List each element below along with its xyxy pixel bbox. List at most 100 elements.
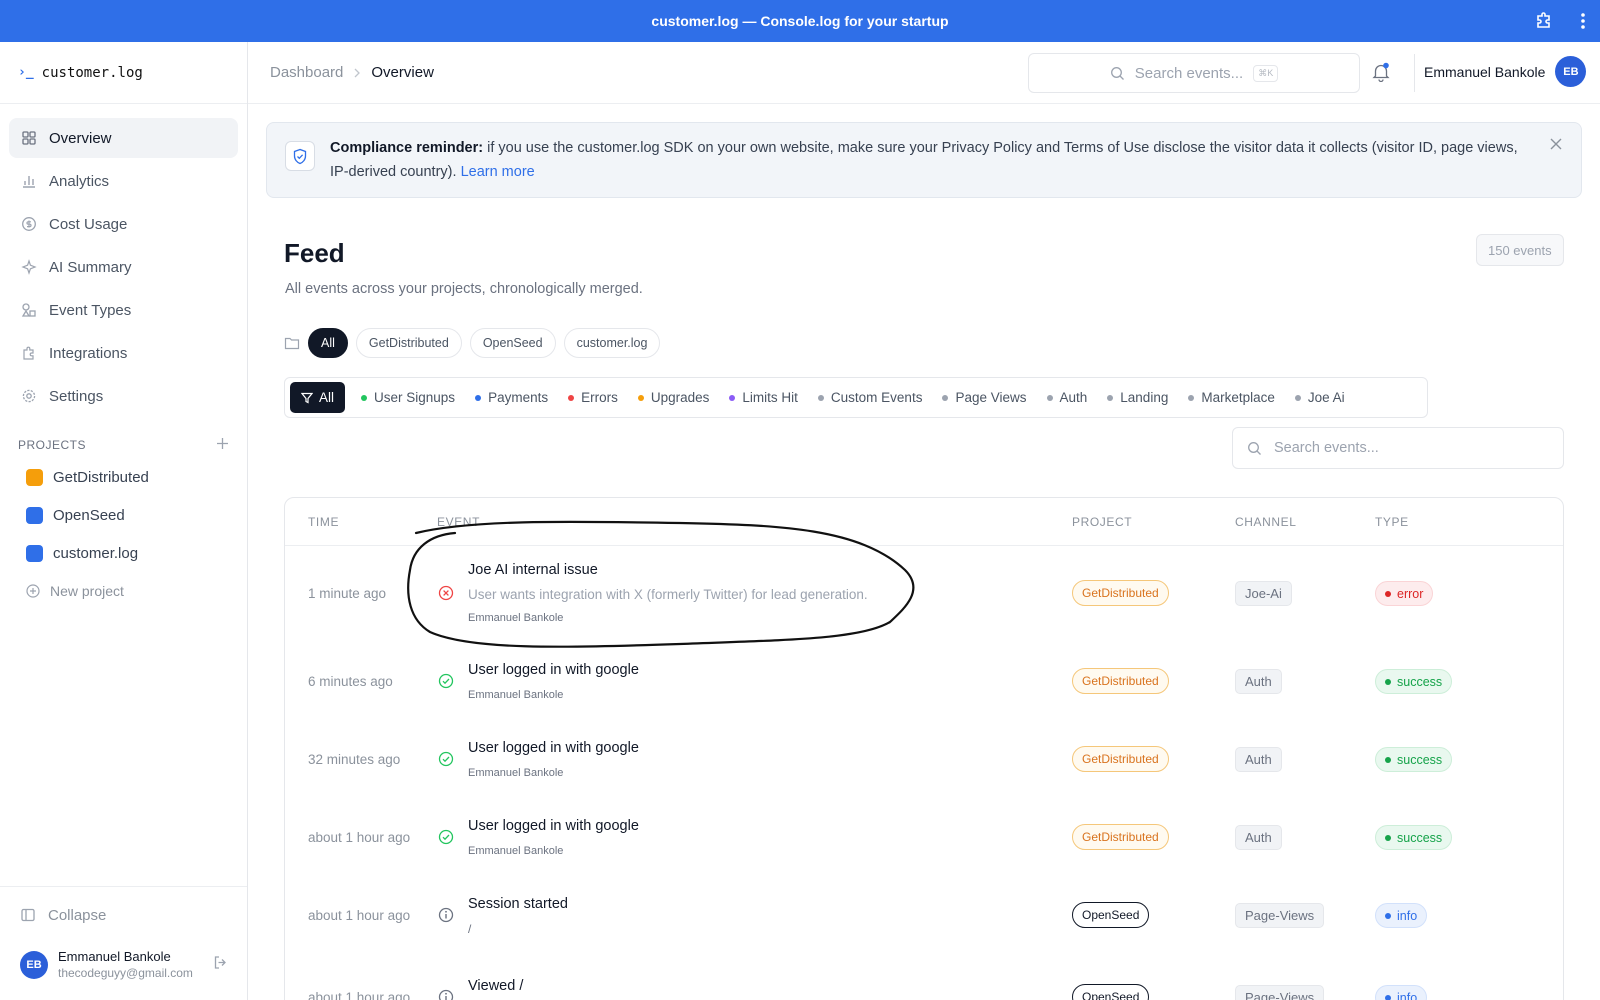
sidebar-user[interactable]: EB Emmanuel Bankole thecodeguyy@gmail.co… (0, 943, 247, 987)
breadcrumb-current: Overview (371, 64, 434, 81)
sidebar-item-overview[interactable]: Overview (9, 118, 238, 158)
event-time: about 1 hour ago (308, 908, 411, 923)
search-icon (1110, 66, 1124, 80)
page-subtitle: All events across your projects, chronol… (285, 281, 643, 297)
type-filter-label: Payments (488, 390, 549, 405)
learn-more-link[interactable]: Learn more (461, 164, 535, 180)
project-filter-getdistributed[interactable]: GetDistributed (355, 328, 462, 358)
type-filter-label: Page Views (955, 390, 1027, 405)
project-badge[interactable]: GetDistributed (1072, 580, 1169, 606)
page-title: Feed (284, 238, 345, 268)
new-project-button[interactable]: New project (0, 572, 247, 610)
extensions-icon[interactable] (1534, 11, 1554, 31)
project-badge[interactable]: OpenSeed (1072, 984, 1150, 1000)
window-title: customer.log — Console.log for your star… (651, 13, 949, 29)
table-row[interactable]: about 1 hour ago Viewed / OpenSeed Page-… (285, 958, 1563, 1000)
check-circle-icon (438, 751, 454, 772)
type-filter-marketplace[interactable]: Marketplace (1180, 382, 1287, 413)
table-row[interactable]: 1 minute ago Joe AI internal issue User … (285, 546, 1563, 642)
type-filter-label: Auth (1059, 390, 1088, 405)
type-filter-user-signups[interactable]: User Signups (353, 382, 467, 413)
status-dot (1385, 756, 1391, 763)
status-dot (1107, 394, 1114, 401)
sidebar-item-label: Settings (49, 387, 104, 405)
type-filter-landing[interactable]: Landing (1099, 382, 1180, 413)
type-filter-payments[interactable]: Payments (467, 382, 560, 413)
project-filter-customer-log[interactable]: customer.log (563, 328, 661, 358)
status-dot (1294, 394, 1301, 401)
x-circle-icon (438, 585, 454, 606)
breadcrumb-root[interactable]: Dashboard (270, 64, 343, 81)
table-search-input[interactable]: Search events... (1232, 427, 1564, 469)
sidebar-project-getdistributed[interactable]: GetDistributed (0, 458, 247, 496)
table-row[interactable]: about 1 hour ago User logged in with goo… (285, 798, 1563, 876)
project-badge[interactable]: GetDistributed (1072, 824, 1169, 850)
event-time: 1 minute ago (308, 586, 387, 601)
search-icon (1248, 441, 1261, 455)
event-count-badge: 150 events (1476, 234, 1564, 266)
table-row[interactable]: 6 minutes ago User logged in with google… (285, 642, 1563, 720)
event-user: Emmanuel Bankole (468, 612, 564, 624)
sidebar-item-event-types[interactable]: Event Types (9, 290, 238, 330)
sidebar-collapse-icon (21, 908, 35, 922)
table-header: TIME EVENT PROJECT CHANNEL TYPE (285, 498, 1563, 546)
status-dot (1385, 678, 1391, 685)
sidebar-project-openseed[interactable]: OpenSeed (0, 496, 247, 534)
event-user: Emmanuel Bankole (468, 767, 564, 779)
events-table: TIME EVENT PROJECT CHANNEL TYPE 1 minute… (284, 497, 1564, 1000)
table-row[interactable]: about 1 hour ago Session started / OpenS… (285, 876, 1563, 958)
brand-logo[interactable]: ›_ customer.log (0, 42, 247, 104)
table-row[interactable]: 32 minutes ago User logged in with googl… (285, 720, 1563, 798)
sidebar-item-label: Analytics (49, 172, 110, 190)
type-filter-label: Joe Ai (1307, 390, 1345, 405)
column-header-time[interactable]: TIME (308, 515, 339, 529)
column-header-channel[interactable]: CHANNEL (1235, 515, 1297, 529)
type-filter-limits-hit[interactable]: Limits Hit (721, 382, 810, 413)
header-user-menu[interactable]: Emmanuel Bankole EB (1424, 56, 1587, 87)
logout-icon[interactable] (213, 955, 228, 975)
channel-badge: Joe-Ai (1235, 581, 1292, 606)
sidebar-project-customer-log[interactable]: customer.log (0, 534, 247, 572)
notification-bell-icon[interactable] (1372, 62, 1390, 87)
info-circle-icon (438, 989, 454, 1000)
add-project-icon[interactable] (216, 437, 229, 453)
project-badge[interactable]: GetDistributed (1072, 668, 1169, 694)
status-badge: success (1375, 825, 1453, 850)
compliance-banner: Compliance reminder: if you use the cust… (266, 122, 1582, 198)
search-placeholder: Search events... (1134, 64, 1244, 82)
column-header-project[interactable]: PROJECT (1072, 515, 1132, 529)
sidebar-item-analytics[interactable]: Analytics (9, 161, 238, 201)
type-filter-errors[interactable]: Errors (560, 382, 630, 413)
type-filter-custom-events[interactable]: Custom Events (810, 382, 935, 413)
sidebar-item-integrations[interactable]: Integrations (9, 333, 238, 373)
header-search-input[interactable]: Search events... ⌘K (1028, 53, 1360, 93)
project-filter-openseed[interactable]: OpenSeed (469, 328, 556, 358)
sidebar-item-ai-summary[interactable]: AI Summary (9, 247, 238, 287)
main-nav: Overview Analytics Cost Usage AI Summary… (0, 104, 247, 416)
sidebar-item-settings[interactable]: Settings (9, 376, 238, 416)
event-title: User logged in with google (468, 662, 639, 678)
type-filter-page-views[interactable]: Page Views (934, 382, 1038, 413)
type-filter-upgrades[interactable]: Upgrades (630, 382, 722, 413)
event-description: User wants integration with X (formerly … (468, 587, 868, 602)
sidebar: ›_ customer.log Overview Analytics Cost … (0, 42, 248, 1000)
collapse-sidebar-button[interactable]: Collapse (0, 887, 247, 943)
sidebar-item-cost-usage[interactable]: Cost Usage (9, 204, 238, 244)
type-filter-label: Errors (581, 390, 618, 405)
project-filter-all[interactable]: All (308, 328, 348, 358)
status-dot (1046, 394, 1053, 401)
header-user-name: Emmanuel Bankole (1424, 63, 1546, 80)
type-filter-auth[interactable]: Auth (1039, 382, 1100, 413)
type-filter-label: Upgrades (650, 390, 710, 405)
gear-icon (22, 389, 36, 403)
type-filter-joe-ai[interactable]: Joe Ai (1287, 382, 1357, 413)
brand-name: customer.log (41, 64, 143, 81)
project-badge[interactable]: GetDistributed (1072, 746, 1169, 772)
column-header-type[interactable]: TYPE (1375, 515, 1409, 529)
project-badge[interactable]: OpenSeed (1072, 902, 1150, 928)
kebab-menu-icon[interactable] (1580, 11, 1586, 31)
close-icon[interactable] (1549, 137, 1563, 156)
type-filter-all[interactable]: All (290, 382, 346, 413)
channel-badge: Auth (1235, 825, 1282, 850)
column-header-event[interactable]: EVENT (437, 515, 480, 529)
